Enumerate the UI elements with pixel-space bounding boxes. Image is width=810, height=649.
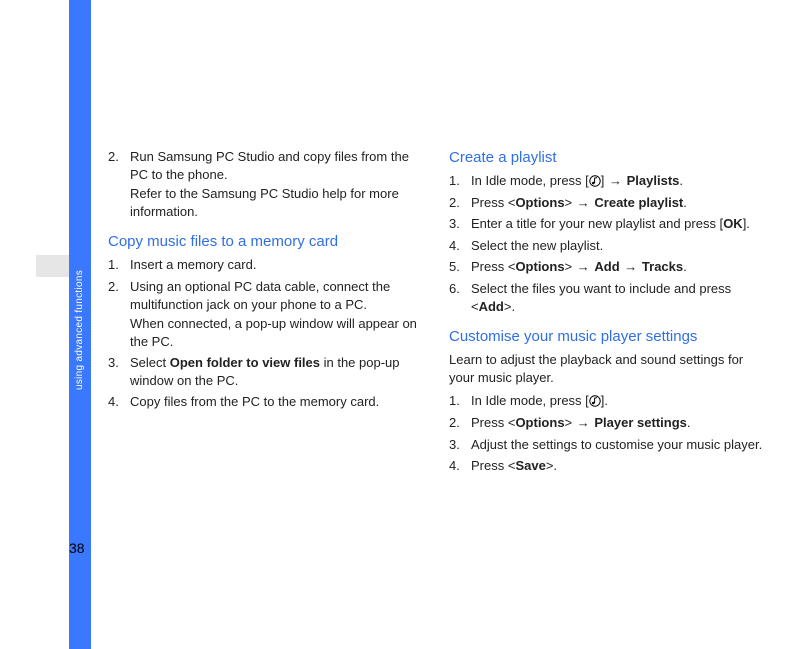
tab-marker [36,255,69,277]
step-text: > [565,259,576,274]
step-text: . [687,415,691,430]
step-text: Select the new playlist. [471,238,603,253]
list-item: 6. Select the files you want to include … [449,280,768,315]
left-column: 2. Run Samsung PC Studio and copy files … [108,148,427,479]
step-text: >. [546,458,557,473]
step-text: Copy files from the PC to the memory car… [130,394,379,409]
pre-steps-list: 2. Run Samsung PC Studio and copy files … [108,148,427,220]
step-text: Press < [471,458,515,473]
playlist-steps-list: 1. In Idle mode, press [] → Playlists. 2… [449,172,768,315]
step-text: Press < [471,195,515,210]
right-column: Create a playlist 1. In Idle mode, press… [449,148,768,479]
step-text: Insert a memory card. [130,257,256,272]
step-number: 3. [449,436,460,454]
list-item: 2. Press <Options> → Create playlist. [449,194,768,212]
step-text: . [683,195,687,210]
arrow-icon: → [623,259,638,274]
step-number: 4. [449,457,460,475]
step-text: In Idle mode, press [ [471,173,589,188]
list-item: 3. Adjust the settings to customise your… [449,436,768,454]
bold-text: Add [594,259,619,274]
step-text: . [683,259,687,274]
step-text: Adjust the settings to customise your mu… [471,437,762,452]
step-number: 1. [449,172,460,190]
arrow-icon: → [576,415,591,430]
list-item: 1. In Idle mode, press [] → Playlists. [449,172,768,190]
step-text: Run Samsung PC Studio and copy files fro… [130,149,409,182]
step-number: 5. [449,258,460,276]
step-number: 4. [449,237,460,255]
bold-text: Options [515,195,564,210]
list-item: 4. Press <Save>. [449,457,768,475]
list-item: 3. Enter a title for your new playlist a… [449,215,768,233]
step-number: 1. [108,256,119,274]
step-number: 4. [108,393,119,411]
page-number: 38 [69,540,85,556]
section-label: using advanced functions [74,270,85,390]
step-number: 2. [449,194,460,212]
bold-text: Save [515,458,545,473]
step-sub: Refer to the Samsung PC Studio help for … [130,185,427,220]
arrow-icon: → [608,173,623,188]
customise-steps-list: 1. In Idle mode, press []. 2. Press <Opt… [449,392,768,474]
bold-text: Player settings [594,415,687,430]
copy-steps-list: 1. Insert a memory card. 2. Using an opt… [108,256,427,410]
step-text: In Idle mode, press [ [471,393,589,408]
step-number: 2. [449,414,460,432]
music-icon [589,395,601,407]
step-text: ] [601,173,608,188]
step-number: 3. [449,215,460,233]
list-item: 1. In Idle mode, press []. [449,392,768,410]
list-item: 2. Run Samsung PC Studio and copy files … [108,148,427,220]
bold-text: Options [515,415,564,430]
list-item: 5. Press <Options> → Add → Tracks. [449,258,768,276]
bold-text: OK [723,216,743,231]
arrow-icon: → [576,195,591,210]
intro-text: Learn to adjust the playback and sound s… [449,351,768,386]
list-item: 1. Insert a memory card. [108,256,427,274]
step-text: >. [504,299,515,314]
list-item: 2. Press <Options> → Player settings. [449,414,768,432]
list-item: 4. Copy files from the PC to the memory … [108,393,427,411]
bold-text: Playlists [627,173,680,188]
step-text: Press < [471,259,515,274]
content-area: 2. Run Samsung PC Studio and copy files … [108,148,768,479]
step-number: 2. [108,148,119,166]
step-text: Enter a title for your new playlist and … [471,216,723,231]
step-sub: When connected, a pop-up window will app… [130,315,427,350]
bold-text: Open folder to view files [170,355,320,370]
step-text: ]. [601,393,608,408]
bold-text: Create playlist [594,195,683,210]
manual-page: using advanced functions 38 2. Run Samsu… [0,0,810,649]
arrow-icon: → [576,259,591,274]
heading-customise: Customise your music player settings [449,327,768,347]
list-item: 2. Using an optional PC data cable, conn… [108,278,427,350]
bold-text: Add [479,299,504,314]
heading-copy-files: Copy music files to a memory card [108,232,427,252]
step-number: 1. [449,392,460,410]
step-text: Using an optional PC data cable, connect… [130,279,390,312]
step-text: ]. [743,216,750,231]
bold-text: Options [515,259,564,274]
step-number: 2. [108,278,119,296]
bold-text: Tracks [642,259,683,274]
step-text: > [565,415,576,430]
step-number: 3. [108,354,119,372]
step-text: Press < [471,415,515,430]
music-icon [589,175,601,187]
list-item: 4. Select the new playlist. [449,237,768,255]
step-text: . [679,173,683,188]
step-text: > [565,195,576,210]
step-text: Select [130,355,170,370]
heading-create-playlist: Create a playlist [449,148,768,168]
list-item: 3. Select Open folder to view files in t… [108,354,427,389]
step-number: 6. [449,280,460,298]
